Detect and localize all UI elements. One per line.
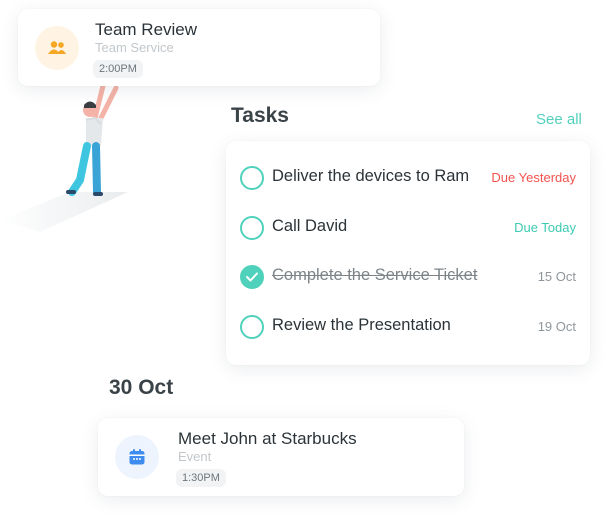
task-checkbox[interactable]: [240, 315, 264, 339]
event-time: 2:00PM: [93, 60, 143, 78]
task-due: 15 Oct: [537, 269, 576, 284]
event-card-team-review[interactable]: Team Review Team Service 2:00PM: [18, 9, 380, 86]
task-checkbox[interactable]: [240, 166, 264, 190]
task-label: Complete the Service Ticket: [272, 266, 478, 284]
task-due: 19 Oct: [537, 319, 576, 334]
task-row[interactable]: Complete the Service Ticket 15 Oct: [226, 265, 590, 295]
task-due: Due Today: [514, 220, 576, 235]
event-subtitle: Event: [178, 449, 212, 464]
see-all-link[interactable]: See all: [536, 111, 582, 128]
tasks-card: Deliver the devices to Ram Due Yesterday…: [226, 141, 590, 365]
task-row[interactable]: Call David Due Today: [226, 216, 590, 246]
event-subtitle: Team Service: [95, 40, 174, 55]
calendar-icon: [115, 435, 159, 479]
event-title: Meet John at Starbucks: [178, 429, 357, 448]
task-label: Call David: [272, 217, 348, 235]
task-label: Deliver the devices to Ram: [272, 167, 470, 185]
checkmark-icon: [246, 272, 258, 282]
tasks-heading: Tasks: [231, 104, 289, 127]
people-icon: [35, 26, 79, 70]
task-label: Review the Presentation: [272, 316, 451, 334]
event-card-meet-john[interactable]: Meet John at Starbucks Event 1:30PM: [98, 418, 464, 496]
person-reaching-illustration: [0, 83, 128, 232]
task-checkbox-checked[interactable]: [240, 265, 264, 289]
event-title: Team Review: [95, 20, 198, 39]
task-checkbox[interactable]: [240, 216, 264, 240]
date-heading: 30 Oct: [109, 376, 174, 399]
task-due: Due Yesterday: [491, 170, 576, 185]
event-time: 1:30PM: [176, 469, 226, 487]
task-row[interactable]: Deliver the devices to Ram Due Yesterday: [226, 166, 590, 196]
task-row[interactable]: Review the Presentation 19 Oct: [226, 315, 590, 345]
